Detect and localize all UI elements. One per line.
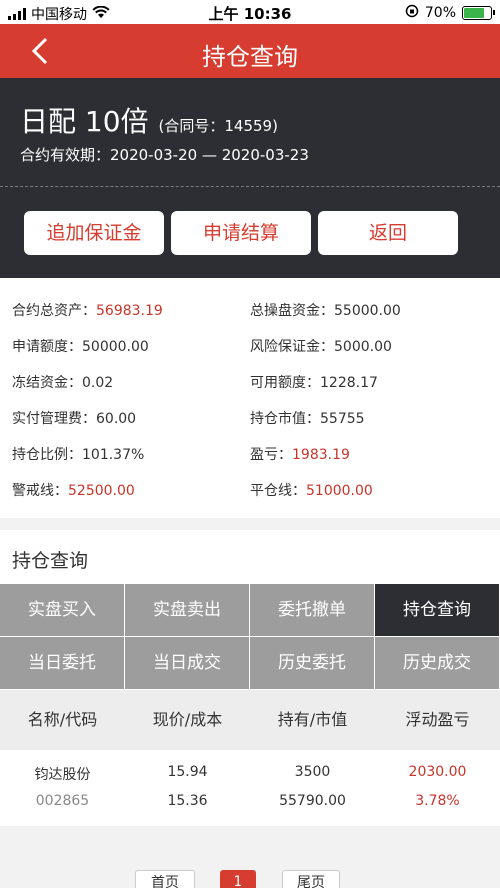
page-title: 持仓查询 bbox=[202, 43, 298, 71]
info-available: 可用额度：1228.17 bbox=[250, 375, 378, 391]
divider bbox=[0, 186, 500, 187]
tab-today-orders[interactable]: 当日委托 bbox=[0, 637, 125, 690]
info-total-funds: 总操盘资金：55000.00 bbox=[250, 303, 401, 319]
info-frozen-funds: 冻结资金：0.02 bbox=[12, 375, 114, 391]
tab-cancel-order[interactable]: 委托撤单 bbox=[250, 584, 375, 637]
tab-sell[interactable]: 实盘卖出 bbox=[125, 584, 250, 637]
cost-price: 15.36 bbox=[167, 793, 208, 809]
battery-percent: 70% bbox=[424, 5, 456, 21]
current-page-button[interactable]: 1 bbox=[220, 870, 256, 888]
info-management-fee: 实付管理费：60.00 bbox=[12, 411, 137, 427]
info-position-ratio: 持仓比例：101.37% bbox=[12, 447, 145, 463]
info-pnl: 盈亏：1983.19 bbox=[250, 447, 350, 463]
tab-buy[interactable]: 实盘买入 bbox=[0, 584, 125, 637]
info-liquidation-line: 平仓线：51000.00 bbox=[250, 483, 373, 499]
last-page-button[interactable]: 尾页 bbox=[282, 870, 340, 888]
table-row-line2: 002865 15.36 55790.00 3.78% bbox=[0, 793, 500, 809]
return-button[interactable]: 返回 bbox=[318, 211, 458, 255]
floating-pnl: 2030.00 bbox=[408, 764, 467, 780]
stock-code: 002865 bbox=[35, 793, 90, 809]
column-header-pnl: 浮动盈亏 bbox=[405, 710, 470, 729]
orientation-lock-icon bbox=[405, 4, 419, 22]
apply-settlement-button[interactable]: 申请结算 bbox=[171, 211, 311, 255]
tab-today-deals[interactable]: 当日成交 bbox=[125, 637, 250, 690]
current-price: 15.94 bbox=[167, 764, 208, 780]
column-header-holding: 持有/市值 bbox=[277, 710, 348, 729]
contract-number: (合同号：14559) bbox=[158, 117, 278, 135]
pagination: 首页 1 尾页 bbox=[0, 826, 500, 888]
table-row-line1: 钧达股份 15.94 3500 2030.00 bbox=[0, 764, 500, 784]
floating-pnl-percent: 3.78% bbox=[415, 793, 460, 809]
tab-history-deals[interactable]: 历史成交 bbox=[375, 637, 500, 690]
info-risk-margin: 风险保证金：5000.00 bbox=[250, 339, 392, 355]
column-header-name: 名称/代码 bbox=[27, 710, 98, 729]
section-header: 持仓查询 bbox=[0, 530, 500, 584]
contract-title: 日配 10倍 (合同号：14559) bbox=[20, 100, 278, 140]
info-apply-amount: 申请额度：50000.00 bbox=[12, 339, 149, 355]
first-page-button[interactable]: 首页 bbox=[135, 870, 195, 888]
holding-quantity: 3500 bbox=[294, 764, 331, 780]
status-right: 70% bbox=[405, 4, 495, 22]
contract-validity: 合约有效期：2020-03-20 — 2020-03-23 bbox=[20, 146, 309, 164]
tab-positions[interactable]: 持仓查询 bbox=[375, 584, 500, 637]
tab-history-orders[interactable]: 历史委托 bbox=[250, 637, 375, 690]
trade-tabs: 实盘买入 实盘卖出 委托撤单 持仓查询 当日委托 当日成交 历史委托 历史成交 bbox=[0, 584, 500, 690]
info-warning-line: 警戒线：52500.00 bbox=[12, 483, 135, 499]
account-info: 合约总资产：56983.19 总操盘资金：55000.00 申请额度：50000… bbox=[0, 278, 500, 518]
table-row[interactable]: 钧达股份 15.94 3500 2030.00 002865 15.36 557… bbox=[0, 750, 500, 826]
battery-icon bbox=[462, 6, 495, 20]
section-title: 持仓查询 bbox=[12, 550, 89, 572]
column-header-price: 现价/成本 bbox=[152, 710, 223, 729]
contract-name: 日配 10倍 bbox=[20, 105, 149, 138]
stock-name: 钧达股份 bbox=[34, 767, 91, 783]
market-value: 55790.00 bbox=[279, 793, 346, 809]
action-buttons: 追加保证金 申请结算 返回 bbox=[24, 211, 458, 255]
contract-header: 日配 10倍 (合同号：14559) 合约有效期：2020-03-20 — 202… bbox=[0, 78, 500, 278]
table-header: 名称/代码 现价/成本 持有/市值 浮动盈亏 bbox=[0, 690, 500, 750]
info-total-assets: 合约总资产：56983.19 bbox=[12, 303, 163, 319]
info-position-value: 持仓市值：55755 bbox=[250, 411, 365, 427]
status-bar: 中国移动 上午 10:36 70% bbox=[0, 0, 500, 24]
add-margin-button[interactable]: 追加保证金 bbox=[24, 211, 164, 255]
title-bar: 持仓查询 bbox=[0, 24, 500, 78]
